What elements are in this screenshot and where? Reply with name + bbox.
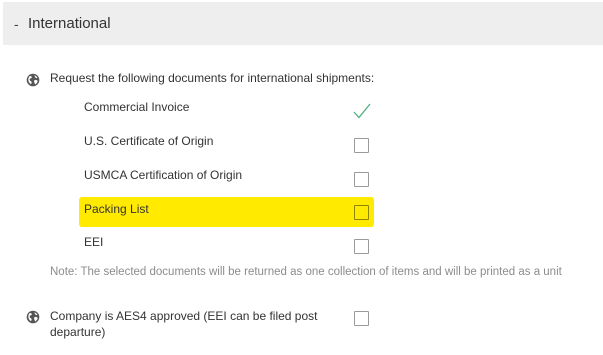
doc-row-us-certificate-of-origin: U.S. Certificate of Origin: [84, 134, 384, 154]
doc-row-usmca-certification: USMCA Certification of Origin: [84, 168, 384, 188]
globe-icon: [26, 310, 40, 324]
documents-prompt: Request the following documents for inte…: [50, 71, 375, 85]
doc-row-packing-list: Packing List: [84, 202, 384, 222]
globe-icon: [26, 73, 40, 87]
checkmark-icon[interactable]: [352, 102, 372, 120]
aes4-checkbox[interactable]: [354, 311, 369, 326]
documents-note: Note: The selected documents will be ret…: [50, 266, 562, 278]
doc-label: USMCA Certification of Origin: [84, 168, 243, 182]
doc-label: U.S. Certificate of Origin: [84, 134, 214, 148]
aes4-label: Company is AES4 approved (EEI can be fil…: [50, 309, 318, 339]
doc-label: Commercial Invoice: [84, 100, 190, 114]
us-certificate-checkbox[interactable]: [354, 138, 369, 153]
doc-label: Packing List: [84, 202, 149, 216]
collapse-toggle[interactable]: -: [14, 16, 28, 32]
eei-checkbox[interactable]: [354, 239, 369, 254]
doc-row-commercial-invoice: Commercial Invoice: [84, 100, 384, 120]
packing-list-checkbox[interactable]: [354, 205, 369, 220]
section-title: International: [28, 15, 111, 32]
usmca-certification-checkbox[interactable]: [354, 172, 369, 187]
section-header-international[interactable]: - International: [3, 2, 603, 45]
doc-label: EEI: [84, 235, 104, 249]
doc-row-eei: EEI: [84, 235, 384, 255]
